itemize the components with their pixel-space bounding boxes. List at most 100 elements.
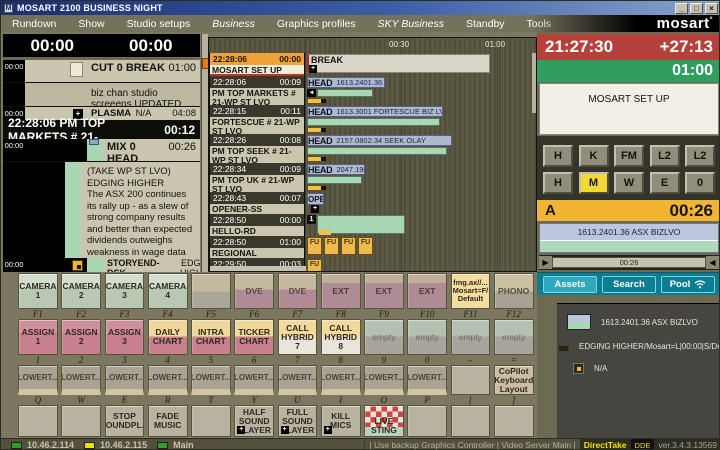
shortcut-key-fm[interactable]: FM (614, 145, 644, 167)
audio-bar[interactable] (307, 147, 447, 155)
rundown-row[interactable]: 22:28:2600:08PM TOP SEEK # 21-WP ST LVOH… (209, 134, 536, 163)
rundown-row[interactable]: 22:28:1500:11FORTESCUE # 21-WP ST LVOHEA… (209, 105, 536, 134)
cut-break-row[interactable]: 00:00 CUT 0 BREAK 01:00 (3, 60, 200, 83)
tab-pool[interactable]: Pool (661, 276, 715, 293)
lowerthird-button[interactable]: LOWERT... (234, 365, 274, 395)
blank-button[interactable] (451, 365, 491, 395)
shortcut-key-k[interactable]: K (579, 145, 609, 167)
menu-item-graphics-profiles[interactable]: Graphics profiles (266, 18, 367, 30)
shortcut-key-m[interactable]: M (579, 172, 609, 194)
fade-music-button[interactable]: FADEMUSIC (148, 405, 188, 437)
call-hybrid-8-button[interactable]: CALLHYBRID 8 (321, 319, 361, 355)
audio-bar[interactable] (307, 176, 362, 184)
lowerthird-button[interactable]: LOWERT... (148, 365, 188, 395)
step-back-button[interactable]: ▶ (539, 256, 552, 269)
timeline-scrollbar[interactable] (532, 53, 536, 113)
audio-bar[interactable] (317, 89, 373, 97)
assign-3-button[interactable]: ASSIGN 3 (105, 319, 145, 355)
minimize-button[interactable]: _ (675, 3, 688, 14)
ext-button[interactable]: EXT (364, 273, 404, 309)
call-hybrid-7-button[interactable]: CALLHYBRID 7 (278, 319, 318, 355)
ticker-chart-button[interactable]: TICKERCHART (234, 319, 274, 355)
horizontal-scrollbar[interactable] (210, 266, 306, 271)
lowerthird-chip[interactable] (307, 185, 327, 191)
ext-button[interactable]: EXT (407, 273, 447, 309)
blank-button[interactable] (18, 405, 58, 437)
menu-item-sky-business[interactable]: SKY Business (367, 18, 455, 30)
menu-item-standby[interactable]: Standby (455, 18, 516, 30)
rundown-row[interactable]: 22:28:5001:00REGIONAL MARKETS-VIZFUFUFUF… (209, 236, 536, 258)
fmg-graphic-button[interactable]: fmg.ax//...Mosart=F/Default (451, 273, 491, 309)
full-sound-player-button[interactable]: FULLSOUNDPLAYER+ (278, 405, 318, 437)
half-sound-player-button[interactable]: HALFSOUNDPLAYER+ (234, 405, 274, 437)
lowerthird-button[interactable]: LOWERT... (278, 365, 318, 395)
blank-button[interactable] (61, 405, 101, 437)
camera-2-button[interactable]: CAMERA 2 (61, 273, 101, 309)
fullscreen-chip[interactable]: FU (307, 237, 322, 255)
lowerthird-chip[interactable] (307, 127, 327, 133)
rundown-row[interactable]: 22:28:0600:09PM TOP MARKETS # 21-WP ST L… (209, 76, 536, 105)
lowerthird-chip[interactable] (307, 98, 327, 104)
lowerthird-button[interactable]: LOWERT... (191, 365, 231, 395)
break-bar[interactable]: BREAK (307, 54, 490, 73)
camera-1-button[interactable]: CAMERA 1 (18, 273, 58, 309)
close-button[interactable]: × (705, 3, 718, 14)
shortcut-key-h[interactable]: H (543, 172, 573, 194)
plus-icon[interactable]: + (309, 65, 317, 73)
lowerthird-button[interactable]: LOWERT... (364, 365, 404, 395)
mix-head-row[interactable]: 00:00 MIX 0 HEAD 00:26 (3, 139, 200, 162)
kill-mics-button[interactable]: KILL MICS+ (321, 405, 361, 437)
empty-button[interactable]: empty (451, 319, 491, 355)
blank-button[interactable] (191, 405, 231, 437)
lowerthird-button[interactable]: LOWERT... (61, 365, 101, 395)
lowerthird-button[interactable]: LOWERT... (407, 365, 447, 395)
camera-4-button[interactable]: CAMERA 4 (148, 273, 188, 309)
empty-button[interactable]: empty (364, 319, 404, 355)
menu-item-studio-setups[interactable]: Studio setups (116, 18, 202, 30)
assign-2-button[interactable]: ASSIGN 2 (61, 319, 101, 355)
shortcut-key-w[interactable]: W (614, 172, 644, 194)
camera-3-button[interactable]: CAMERA 3 (105, 273, 145, 309)
intra-chart-button[interactable]: INTRACHART (191, 319, 231, 355)
left-scrollbar[interactable] (201, 34, 208, 272)
shortcut-key-h[interactable]: H (543, 145, 573, 167)
dve-button[interactable]: DVE (234, 273, 274, 309)
blank-button[interactable] (191, 273, 231, 309)
stop-soundplayer-button[interactable]: STOPSOUNDPL... (105, 405, 145, 437)
blank-button[interactable] (407, 405, 447, 437)
shortcut-key-0[interactable]: 0 (685, 172, 715, 194)
lowerthird-button[interactable]: LOWERT... (105, 365, 145, 395)
fullscreen-chip[interactable]: FU (358, 237, 373, 255)
blank-button[interactable] (451, 405, 491, 437)
rundown-row[interactable]: 22:28:4300:07OPENER-SSOPE+ (209, 192, 536, 214)
menu-item-business[interactable]: Business (201, 18, 266, 30)
copilot-keyboard-layout-button[interactable]: CoPilotKeyboardLayout (494, 365, 534, 395)
step-forward-button[interactable]: ◀ (706, 256, 719, 269)
video-bar[interactable]: HEAD1613.3001 FORTESCUE BIZ LVO (307, 106, 443, 117)
empty-button[interactable]: empty (494, 319, 534, 355)
tab-search[interactable]: Search (602, 276, 656, 293)
fullscreen-chip[interactable]: FU (324, 237, 339, 255)
video-bar[interactable]: HEAD1613.2401.36 ASX (307, 77, 385, 88)
lowerthird-button[interactable]: LOWERT... (321, 365, 361, 395)
lowerthird-button[interactable]: LOWERT... (18, 365, 58, 395)
assign-1-button[interactable]: ASSIGN 1 (18, 319, 58, 355)
video-bar[interactable]: HEAD2157.0802.34 SEEK OLAY (307, 135, 452, 146)
video-bar[interactable]: HEAD2047.1902 (307, 164, 365, 175)
rundown-row[interactable]: 22:28:5000:00HELLO-RD1 (209, 214, 536, 236)
rundown-row[interactable]: 22:28:3400:09PM TOP UK # 21-WP ST LVOHEA… (209, 163, 536, 192)
shortcut-key-e[interactable]: E (650, 172, 680, 194)
audio-bar[interactable] (307, 118, 440, 126)
plus-icon[interactable]: + (311, 205, 319, 213)
lowerthird-chip[interactable] (307, 156, 327, 162)
dve-button[interactable]: DVE (278, 273, 318, 309)
empty-button[interactable]: empty (407, 319, 447, 355)
shortcut-key-l2[interactable]: L2 (650, 145, 680, 167)
storyend-row[interactable]: 00:00 STORYEND-DSK EDGING HIGHER/ Mosart… (3, 258, 200, 272)
opener-chip[interactable]: OPE (307, 193, 324, 205)
shortcut-key-l2[interactable]: L2 (685, 145, 715, 167)
menu-item-rundown[interactable]: Rundown (1, 18, 67, 30)
fullscreen-chip[interactable]: FU (341, 237, 356, 255)
tab-assets[interactable]: Assets (543, 276, 597, 293)
asset-item[interactable]: 1613.2401.36 ASX BIZLVO (567, 314, 713, 330)
